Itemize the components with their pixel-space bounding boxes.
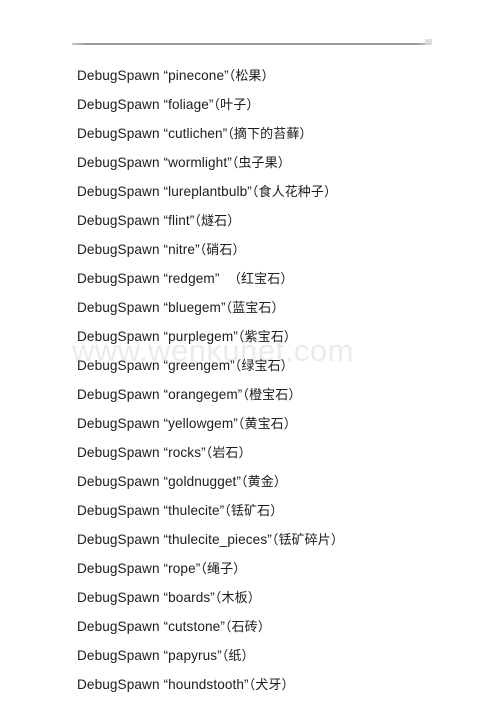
command-line: DebugSpawn “papyrus”（纸） <box>77 641 477 670</box>
command-text: DebugSpawn “bluegem” <box>77 300 226 315</box>
command-gloss: （纸） <box>221 649 255 664</box>
command-gloss: （铥矿石） <box>224 504 284 519</box>
command-line: DebugSpawn “redgem” （红宝石） <box>77 264 477 293</box>
command-line: DebugSpawn “thulecite_pieces”（铥矿碎片） <box>77 525 477 554</box>
command-line: DebugSpawn “foliage”（叶子） <box>77 90 477 119</box>
command-text: DebugSpawn “flint” <box>77 213 195 228</box>
command-line: DebugSpawn “bluegem”（蓝宝石） <box>77 293 477 322</box>
header-divider-end-mark <box>425 39 432 45</box>
command-gloss: （蓝宝石） <box>225 301 285 316</box>
command-text: DebugSpawn “goldnugget” <box>77 474 242 489</box>
command-gloss: （石砖） <box>224 620 271 635</box>
command-text: DebugSpawn “greengem” <box>77 358 235 373</box>
command-gloss: （食人花种子） <box>251 185 338 200</box>
command-line: DebugSpawn “rocks”（岩石） <box>77 438 477 467</box>
command-gloss: （紫宝石） <box>237 330 297 345</box>
command-gloss: （绳子） <box>200 562 247 577</box>
command-line: DebugSpawn “houndstooth”（犬牙） <box>77 670 477 699</box>
command-gloss: （燧石） <box>194 214 241 229</box>
command-text: DebugSpawn “boards” <box>77 590 215 605</box>
command-text: DebugSpawn “yellowgem” <box>77 416 238 431</box>
command-text: DebugSpawn “papyrus” <box>77 648 222 663</box>
command-gloss: （松果） <box>228 69 275 84</box>
command-text: DebugSpawn “redgem” <box>77 271 220 286</box>
command-line: DebugSpawn “wormlight”（虫子果） <box>77 148 477 177</box>
command-line: DebugSpawn “rope”（绳子） <box>77 554 477 583</box>
command-gloss: （橙宝石） <box>242 388 302 403</box>
command-gloss: （木板） <box>214 591 261 606</box>
command-text: DebugSpawn “rocks” <box>77 445 206 460</box>
command-text: DebugSpawn “rope” <box>77 561 201 576</box>
command-line: DebugSpawn “thulecite”（铥矿石） <box>77 496 477 525</box>
command-text: DebugSpawn “wormlight” <box>77 155 232 170</box>
command-text: DebugSpawn “pinecone” <box>77 68 229 83</box>
command-text: DebugSpawn “thulecite_pieces” <box>77 532 272 547</box>
command-line: DebugSpawn “pinecone”（松果） <box>77 61 477 90</box>
command-gloss: （黄宝石） <box>237 417 297 432</box>
command-line: DebugSpawn “cutlichen”（摘下的苔藓） <box>77 119 477 148</box>
command-line: DebugSpawn “flint”（燧石） <box>77 206 477 235</box>
header-divider-line <box>72 43 430 45</box>
command-text: DebugSpawn “nitre” <box>77 242 200 257</box>
command-line: DebugSpawn “greengem”（绿宝石） <box>77 351 477 380</box>
command-gloss: （叶子） <box>213 98 260 113</box>
command-gloss: （绿宝石） <box>234 359 294 374</box>
command-gloss: （铥矿碎片） <box>271 533 344 548</box>
command-text: DebugSpawn “foliage” <box>77 97 214 112</box>
command-text: DebugSpawn “purplegem” <box>77 329 238 344</box>
command-gloss: （摘下的苔藓） <box>227 127 313 142</box>
command-line: DebugSpawn “goldnugget”（黄金） <box>77 467 477 496</box>
command-text: DebugSpawn “cutstone” <box>77 619 225 634</box>
command-line: DebugSpawn “nitre”（硝石） <box>77 235 477 264</box>
command-text: DebugSpawn “lureplantbulb” <box>77 184 252 199</box>
command-line: DebugSpawn “lureplantbulb”（食人花种子） <box>77 177 477 206</box>
command-line: DebugSpawn “cutstone”（石砖） <box>77 612 477 641</box>
command-line: DebugSpawn “yellowgem”（黄宝石） <box>77 409 477 438</box>
command-text: DebugSpawn “orangegem” <box>77 387 243 402</box>
command-line: DebugSpawn “boards”（木板） <box>77 583 477 612</box>
command-gloss: （红宝石） <box>219 272 294 287</box>
document-page: www.wenkunet.com DebugSpawn “pinecone”（松… <box>0 0 500 708</box>
command-text: DebugSpawn “houndstooth” <box>77 677 249 692</box>
command-gloss: （犬牙） <box>248 678 295 693</box>
command-line: DebugSpawn “orangegem”（橙宝石） <box>77 380 477 409</box>
command-gloss: （虫子果） <box>231 156 291 171</box>
header-divider <box>72 39 432 48</box>
command-gloss: （岩石） <box>205 446 252 461</box>
command-list: DebugSpawn “pinecone”（松果） DebugSpawn “fol… <box>77 61 477 699</box>
command-text: DebugSpawn “thulecite” <box>77 503 225 518</box>
command-gloss: （硝石） <box>199 243 246 258</box>
command-line: DebugSpawn “purplegem”（紫宝石） <box>77 322 477 351</box>
command-gloss: （黄金） <box>241 475 287 490</box>
command-text: DebugSpawn “cutlichen” <box>77 126 228 141</box>
